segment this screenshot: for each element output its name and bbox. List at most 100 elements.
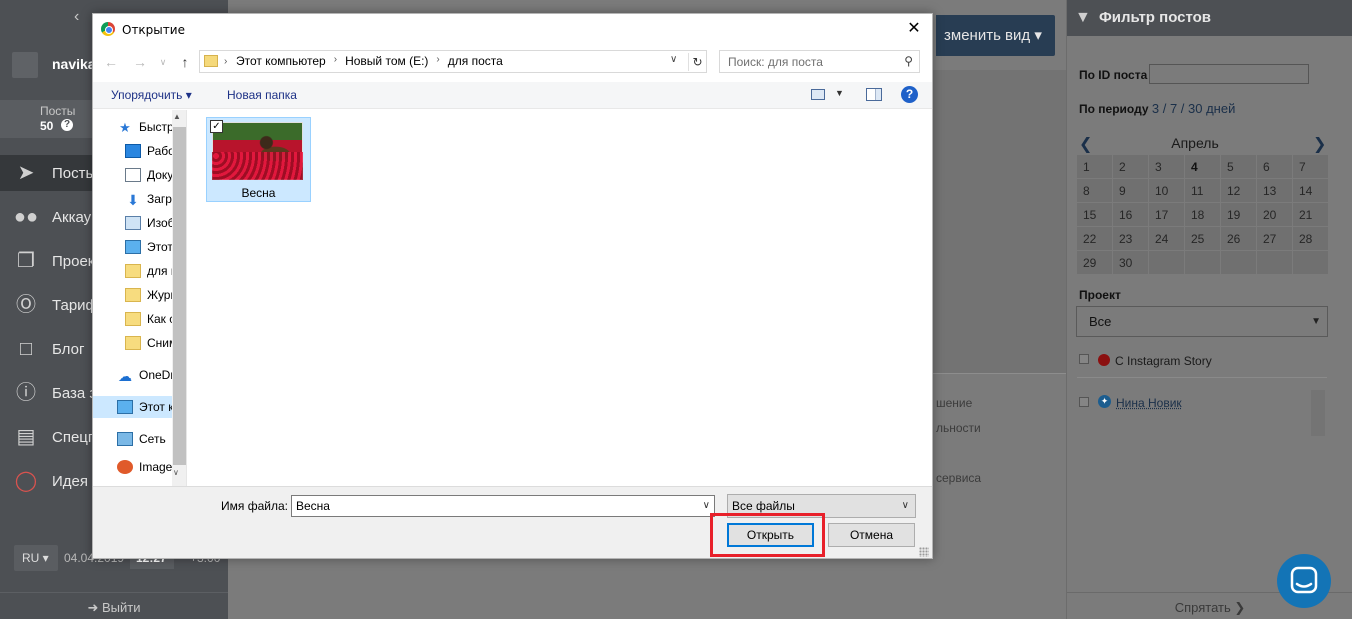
post-id-input[interactable]	[1149, 64, 1309, 84]
nav-pane-item[interactable]: Этот компьютер📌	[93, 236, 173, 258]
bg-text[interactable]: сервиса	[936, 471, 981, 485]
avatar[interactable]	[12, 52, 38, 78]
calendar-day[interactable]: 23	[1113, 227, 1148, 250]
calendar-day[interactable]: 26	[1221, 227, 1256, 250]
nav-pane-item[interactable]: Журнал	[93, 284, 173, 306]
cancel-button[interactable]: Отмена	[828, 523, 915, 547]
calendar-empty-cell	[1149, 251, 1184, 274]
filename-input[interactable]: Весна ∨	[291, 495, 715, 517]
nav-pane-item[interactable]: Image	[93, 456, 173, 478]
calendar-day[interactable]: 24	[1149, 227, 1184, 250]
calendar-day[interactable]: 2	[1113, 155, 1148, 178]
address-bar[interactable]: › Этот компьютер › Новый том (E:) › для …	[199, 50, 707, 73]
nav-pane-item[interactable]: Изображения📌	[93, 212, 173, 234]
calendar-day[interactable]: 18	[1185, 203, 1220, 226]
calendar-day[interactable]: 15	[1077, 203, 1112, 226]
accounts-scrollbar[interactable]	[1311, 390, 1325, 436]
breadcrumb-item[interactable]: Новый том (E:)	[345, 54, 428, 68]
calendar-day[interactable]: 4	[1185, 155, 1220, 178]
nav-item-blog[interactable]: □ Блог	[12, 334, 84, 364]
calendar-day[interactable]: 6	[1257, 155, 1292, 178]
nav-pane-item-label: Этот компьютер	[147, 240, 173, 254]
search-input[interactable]: Поиск: для поста ⚲	[719, 50, 920, 73]
calendar-day[interactable]: 30	[1113, 251, 1148, 274]
calendar-day[interactable]: 20	[1257, 203, 1292, 226]
file-item[interactable]: ✓ Весна	[206, 117, 311, 202]
instagram-story-checkbox[interactable]	[1079, 354, 1089, 364]
period-options[interactable]: 3 / 7 / 30 дней	[1152, 101, 1235, 116]
nav-pane-item[interactable]: Снимки	[93, 332, 173, 354]
calendar-day[interactable]: 25	[1185, 227, 1220, 250]
nav-pane-item[interactable]: ☁ OneDrive	[93, 364, 173, 386]
calendar-day[interactable]: 9	[1113, 179, 1148, 202]
change-view-button[interactable]: зменить вид ▾	[936, 15, 1055, 56]
post-filter-panel: ▼ Фильтр постов По ID поста По периоду 3…	[1066, 0, 1352, 619]
dialog-title: Открытие	[122, 23, 185, 37]
nav-pane-item[interactable]: ⬇Загрузки📌	[93, 188, 173, 210]
next-month-icon[interactable]: ❯	[1313, 134, 1326, 154]
calendar-day[interactable]: 28	[1293, 227, 1328, 250]
nav-pane-item[interactable]: Документы📌	[93, 164, 173, 186]
file-name: Весна	[241, 186, 276, 200]
help-icon[interactable]: ?	[61, 119, 73, 131]
nav-item-posts[interactable]: ➤ Посты	[12, 158, 97, 188]
username[interactable]: navika	[52, 56, 96, 72]
collapse-sidebar-icon[interactable]: ‹	[74, 8, 79, 26]
back-icon[interactable]: ←	[101, 52, 121, 72]
nav-scroll-thumb[interactable]	[173, 127, 186, 465]
help-icon[interactable]: ?	[901, 86, 918, 103]
nav-pane-item[interactable]: для поста	[93, 260, 173, 282]
project-select[interactable]: Все ▼	[1076, 306, 1328, 337]
refresh-icon[interactable]: ↻	[688, 53, 706, 71]
calendar-day[interactable]: 29	[1077, 251, 1112, 274]
dialog-titlebar[interactable]	[93, 14, 932, 45]
close-icon[interactable]: ✕	[902, 18, 926, 40]
recent-dropdown-icon[interactable]: ∨	[153, 52, 173, 72]
cloud-icon: ☁	[118, 368, 132, 384]
view-mode-icon[interactable]	[811, 89, 825, 100]
calendar-day[interactable]: 17	[1149, 203, 1184, 226]
calendar-day[interactable]: 8	[1077, 179, 1112, 202]
chat-widget-button[interactable]	[1277, 554, 1331, 608]
calendar-day[interactable]: 19	[1221, 203, 1256, 226]
file-checkbox[interactable]: ✓	[210, 120, 223, 133]
calendar-day[interactable]: 5	[1221, 155, 1256, 178]
calendar-day[interactable]: 27	[1257, 227, 1292, 250]
new-folder-button[interactable]: Новая папка	[227, 88, 297, 102]
breadcrumb-item[interactable]: для поста	[448, 54, 503, 68]
scroll-down-icon[interactable]: ∨	[173, 468, 179, 477]
nav-pane-item[interactable]: ★ Быстрый доступ	[93, 116, 173, 138]
calendar-day[interactable]: 11	[1185, 179, 1220, 202]
chevron-down-icon[interactable]: ∨	[703, 496, 710, 516]
nav-pane-item[interactable]: Рабочий стол📌	[93, 140, 173, 162]
account-link[interactable]: Нина Новик	[1116, 396, 1182, 410]
chevron-down-icon[interactable]: ▼	[835, 88, 844, 98]
language-select[interactable]: RU ▾	[14, 545, 58, 571]
search-icon: ⚲	[904, 54, 913, 68]
calendar-day[interactable]: 22	[1077, 227, 1112, 250]
calendar-day[interactable]: 3	[1149, 155, 1184, 178]
calendar-day[interactable]: 13	[1257, 179, 1292, 202]
resize-grip[interactable]	[919, 547, 929, 557]
scroll-up-icon[interactable]: ▲	[173, 112, 181, 121]
preview-pane-icon[interactable]	[866, 88, 882, 101]
up-icon[interactable]: ↑	[175, 52, 195, 72]
chevron-down-icon[interactable]: ∨	[670, 54, 677, 65]
organize-button[interactable]: Упорядочить ▾	[111, 88, 192, 102]
calendar-day[interactable]: 12	[1221, 179, 1256, 202]
account-checkbox[interactable]	[1079, 397, 1089, 407]
calendar-day[interactable]: 21	[1293, 203, 1328, 226]
nav-pane-item[interactable]: Этот компьютер	[93, 396, 173, 418]
chevron-down-icon: ▼	[1311, 316, 1321, 327]
logout-button[interactable]: ➜ Выйти	[0, 592, 228, 619]
calendar-day[interactable]: 14	[1293, 179, 1328, 202]
nav-pane-item[interactable]: Как с	[93, 308, 173, 330]
calendar-day[interactable]: 1	[1077, 155, 1112, 178]
calendar-day[interactable]: 7	[1293, 155, 1328, 178]
nav-pane-item-label: Рабочий стол	[147, 144, 173, 158]
breadcrumb-item[interactable]: Этот компьютер	[236, 54, 326, 68]
nav-pane-item[interactable]: Сеть	[93, 428, 173, 450]
forward-icon[interactable]: →	[130, 52, 150, 72]
calendar-day[interactable]: 16	[1113, 203, 1148, 226]
calendar-day[interactable]: 10	[1149, 179, 1184, 202]
